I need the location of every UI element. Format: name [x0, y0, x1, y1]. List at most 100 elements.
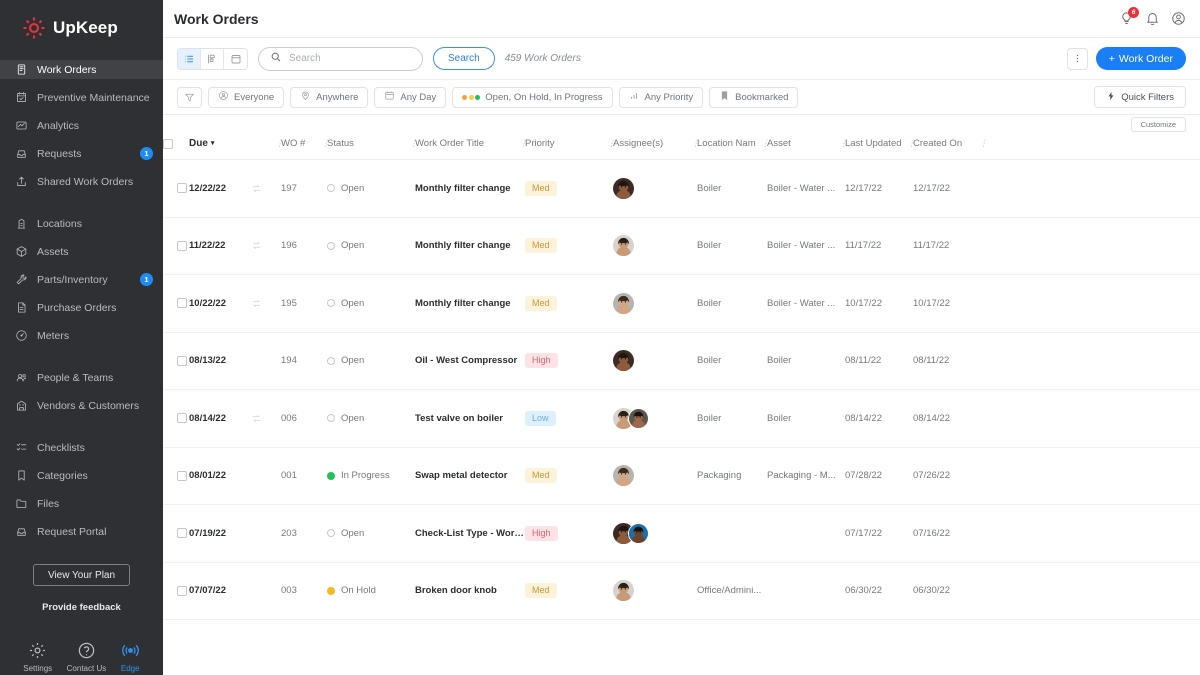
bell-icon[interactable]	[1145, 11, 1160, 26]
list-view-button[interactable]	[178, 48, 201, 69]
cell-title[interactable]: Monthly filter change	[415, 217, 525, 275]
filter-chip-priority[interactable]: Any Priority	[618, 86, 704, 108]
sidebar-item-requests[interactable]: Requests 1	[0, 144, 163, 163]
filter-funnel-button[interactable]	[177, 86, 202, 108]
table-row[interactable]: 08/14/22 006 Open Test valve on boiler Low Bo…	[163, 389, 1200, 448]
cell-title[interactable]: Monthly filter change	[415, 159, 525, 218]
column-grip-icon[interactable]: ⋮	[519, 138, 528, 149]
column-grip-icon[interactable]: ⋮	[979, 138, 988, 149]
column-grip-icon[interactable]: ⋮	[691, 138, 700, 149]
column-grip-icon[interactable]: ⋮	[907, 138, 916, 149]
table-row[interactable]: 11/22/22 196 Open Monthly filter change Med B…	[163, 217, 1200, 275]
sidebar-item-preventive-maintenance[interactable]: Preventive Maintenance	[0, 88, 163, 107]
column-grip-icon[interactable]: ⋮	[321, 138, 330, 149]
table-row[interactable]: 07/19/22 203 Open Check-List Type - Work Or…	[163, 504, 1200, 563]
sidebar-item-meters[interactable]: Meters	[0, 326, 163, 345]
edge-button[interactable]: Edge	[121, 641, 140, 673]
row-checkbox[interactable]	[177, 413, 187, 424]
cell-title[interactable]: Check-List Type - Work Or...	[415, 504, 525, 563]
row-checkbox[interactable]	[177, 240, 187, 251]
cell-title[interactable]: Oil - West Compressor	[415, 332, 525, 390]
row-checkbox[interactable]	[177, 585, 187, 596]
avatar[interactable]	[613, 465, 634, 487]
search-button[interactable]: Search	[433, 47, 495, 70]
filter-chip-bookmarked[interactable]: Bookmarked	[709, 86, 799, 108]
avatar[interactable]	[613, 292, 634, 314]
search-input[interactable]	[289, 53, 411, 64]
row-select-cell[interactable]	[163, 159, 189, 218]
settings-button[interactable]: Settings	[23, 641, 52, 673]
cell-title[interactable]: Monthly filter change	[415, 274, 525, 333]
row-checkbox[interactable]	[177, 355, 187, 366]
column-header-asset[interactable]: ⋮ Asset	[761, 134, 845, 160]
provide-feedback-link[interactable]: Provide feedback	[0, 602, 163, 613]
column-header-location[interactable]: ⋮ Location Nam	[691, 134, 767, 160]
row-select-cell[interactable]	[163, 504, 189, 563]
sidebar-item-people-teams[interactable]: People & Teams	[0, 368, 163, 387]
column-header-due[interactable]: Due ▾	[189, 134, 251, 160]
lightbulb-icon[interactable]: 6	[1119, 7, 1139, 26]
row-select-cell[interactable]	[163, 217, 189, 275]
row-checkbox[interactable]	[177, 183, 187, 194]
column-header-last-updated[interactable]: ⋮ Last Updated	[839, 134, 913, 160]
new-work-order-button[interactable]: + Work Order	[1095, 47, 1186, 70]
row-checkbox[interactable]	[177, 470, 187, 481]
contact-us-button[interactable]: Contact Us	[67, 641, 106, 673]
search-box[interactable]	[258, 46, 423, 71]
filter-chip-status[interactable]: Open, On Hold, In Progress	[452, 86, 613, 108]
avatar[interactable]	[628, 407, 649, 429]
sidebar-item-analytics[interactable]: Analytics	[0, 116, 163, 135]
sidebar-item-vendors-customers[interactable]: Vendors & Customers	[0, 396, 163, 415]
table-row[interactable]: 12/22/22 197 Open Monthly filter change Med B…	[163, 159, 1200, 218]
avatar[interactable]	[613, 177, 634, 199]
board-view-button[interactable]	[201, 48, 224, 69]
table-row[interactable]: 07/07/22 003 On Hold Broken door knob Med Off…	[163, 562, 1200, 620]
calendar-view-button[interactable]	[224, 48, 247, 69]
sidebar-item-checklists[interactable]: Checklists	[0, 438, 163, 457]
sidebar-item-assets[interactable]: Assets	[0, 242, 163, 261]
column-grip-icon[interactable]: ⋮	[607, 138, 616, 149]
sidebar-item-categories[interactable]: Categories	[0, 466, 163, 485]
avatar[interactable]	[613, 580, 634, 602]
column-header-status[interactable]: ⋮ Status	[321, 134, 415, 160]
brand-logo-area[interactable]: UpKeep	[0, 0, 163, 57]
table-row[interactable]: 10/22/22 195 Open Monthly filter change Med B…	[163, 274, 1200, 333]
column-header-title[interactable]: ⋮ Work Order Title	[409, 134, 525, 160]
profile-icon[interactable]	[1171, 11, 1186, 26]
avatar[interactable]	[613, 350, 634, 372]
sidebar-item-parts-inventory[interactable]: Parts/Inventory 1	[0, 270, 163, 289]
column-grip-icon[interactable]: ⋮	[839, 138, 848, 149]
column-header-created-on[interactable]: ⋮ Created On	[907, 134, 985, 160]
sidebar-item-locations[interactable]: Locations	[0, 214, 163, 233]
view-your-plan-button[interactable]: View Your Plan	[33, 564, 130, 586]
sidebar-item-work-orders[interactable]: Work Orders	[0, 60, 163, 79]
sidebar-item-request-portal[interactable]: Request Portal	[0, 522, 163, 541]
select-all-checkbox[interactable]	[163, 138, 173, 149]
select-all-header[interactable]	[163, 134, 189, 160]
quick-filters-button[interactable]: Quick Filters	[1094, 86, 1186, 108]
row-select-cell[interactable]	[163, 447, 189, 505]
avatar[interactable]	[613, 235, 634, 257]
row-select-cell[interactable]	[163, 332, 189, 390]
row-select-cell[interactable]	[163, 562, 189, 620]
customize-button[interactable]: Customize	[1130, 117, 1186, 132]
row-checkbox[interactable]	[177, 298, 187, 309]
table-row[interactable]: 08/13/22 194 Open Oil - West Compressor High…	[163, 332, 1200, 390]
column-grip-icon[interactable]: ⋮	[409, 138, 418, 149]
sidebar-item-shared-work-orders[interactable]: Shared Work Orders	[0, 172, 163, 191]
cell-title[interactable]: Broken door knob	[415, 562, 525, 620]
cell-title[interactable]: Test valve on boiler	[415, 389, 525, 448]
column-header-priority[interactable]: ⋮ Priority	[519, 134, 613, 160]
work-orders-table-container[interactable]: Due ▾ ⋮ WO # ⋮ Status ⋮ Work Order Title ⋮ Pr…	[163, 134, 1200, 675]
cell-title[interactable]: Swap metal detector	[415, 447, 525, 505]
row-checkbox[interactable]	[177, 528, 187, 539]
table-row[interactable]: 08/01/22 001 In Progress Swap metal detecto…	[163, 447, 1200, 505]
filter-chip-date[interactable]: Any Day	[374, 86, 447, 108]
sidebar-item-files[interactable]: Files	[0, 494, 163, 513]
filter-chip-location[interactable]: Anywhere	[290, 86, 369, 108]
column-header-assignees[interactable]: ⋮ Assignee(s)	[607, 134, 697, 160]
row-select-cell[interactable]	[163, 389, 189, 448]
avatar[interactable]	[628, 522, 649, 544]
sidebar-item-purchase-orders[interactable]: Purchase Orders	[0, 298, 163, 317]
filter-chip-assignee[interactable]: Everyone	[208, 86, 285, 108]
